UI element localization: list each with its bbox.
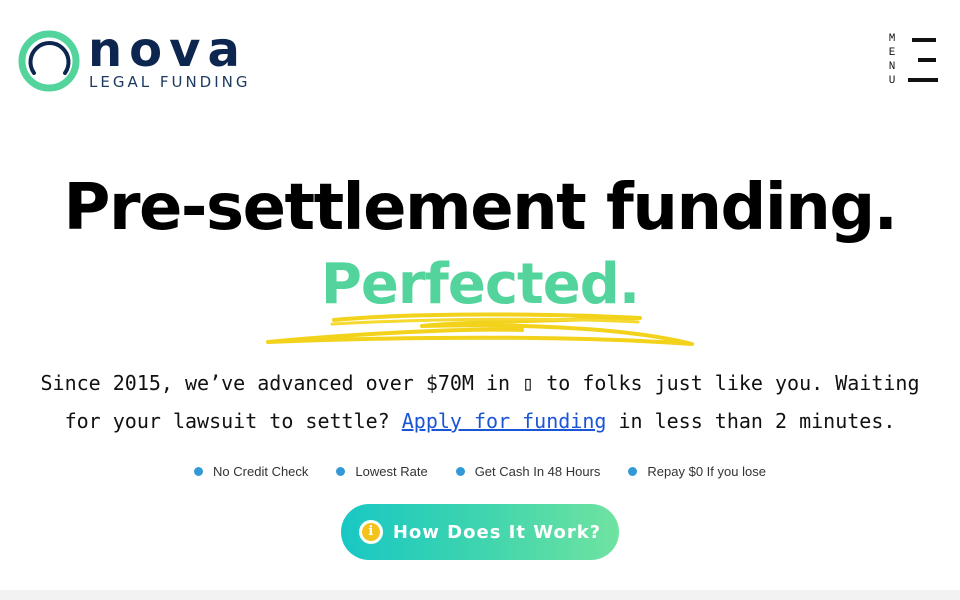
brand-subtitle: LEGAL FUNDING — [89, 73, 251, 91]
menu-button[interactable]: M E N U — [884, 30, 944, 90]
logo-ring-icon — [18, 30, 80, 92]
feature-label: Lowest Rate — [355, 463, 428, 479]
hero-accent: Perfected. — [320, 252, 640, 317]
feature-label: Get Cash In 48 Hours — [474, 463, 601, 479]
tagline-text: in less than 2 minutes. — [606, 409, 896, 433]
feature-list: No Credit Check Lowest Rate Get Cash In … — [0, 460, 960, 482]
bullet-dot-icon — [194, 466, 204, 476]
money-emoji: ▯ — [522, 371, 535, 395]
hamburger-icon — [908, 38, 940, 82]
yellow-underline-scribble — [266, 312, 694, 346]
how-does-it-work-button[interactable]: i How Does It Work? — [341, 504, 619, 560]
apply-for-funding-link[interactable]: Apply for funding — [402, 409, 607, 433]
feature-item: Lowest Rate — [332, 460, 431, 482]
feature-item: Repay $0 If you lose — [624, 460, 770, 482]
bullet-dot-icon — [336, 466, 346, 476]
menu-letter: N — [888, 61, 896, 73]
feature-item: Get Cash In 48 Hours — [452, 460, 605, 482]
nova-logo[interactable]: nova LEGAL FUNDING — [18, 24, 268, 98]
menu-letter: M — [888, 33, 896, 45]
info-icon: i — [358, 520, 383, 544]
hero-title: Pre-settlement funding. — [63, 171, 898, 245]
menu-label: M E N U — [884, 32, 900, 88]
hero-tagline: Since 2015, we’ve advanced over $70M in … — [20, 364, 940, 440]
menu-letter: U — [888, 75, 896, 87]
feature-label: Repay $0 If you lose — [647, 463, 766, 479]
feature-label: No Credit Check — [213, 463, 309, 479]
tagline-text: Since 2015, we’ve advanced over $70M in — [40, 371, 523, 395]
feature-item: No Credit Check — [190, 460, 312, 482]
section-divider — [0, 590, 960, 600]
bullet-dot-icon — [455, 466, 465, 476]
brand-name: nova — [88, 22, 247, 78]
cta-label: How Does It Work? — [392, 521, 602, 543]
menu-letter: E — [888, 47, 896, 59]
site-header: nova LEGAL FUNDING M E N U — [0, 0, 960, 120]
bullet-dot-icon — [628, 466, 638, 476]
